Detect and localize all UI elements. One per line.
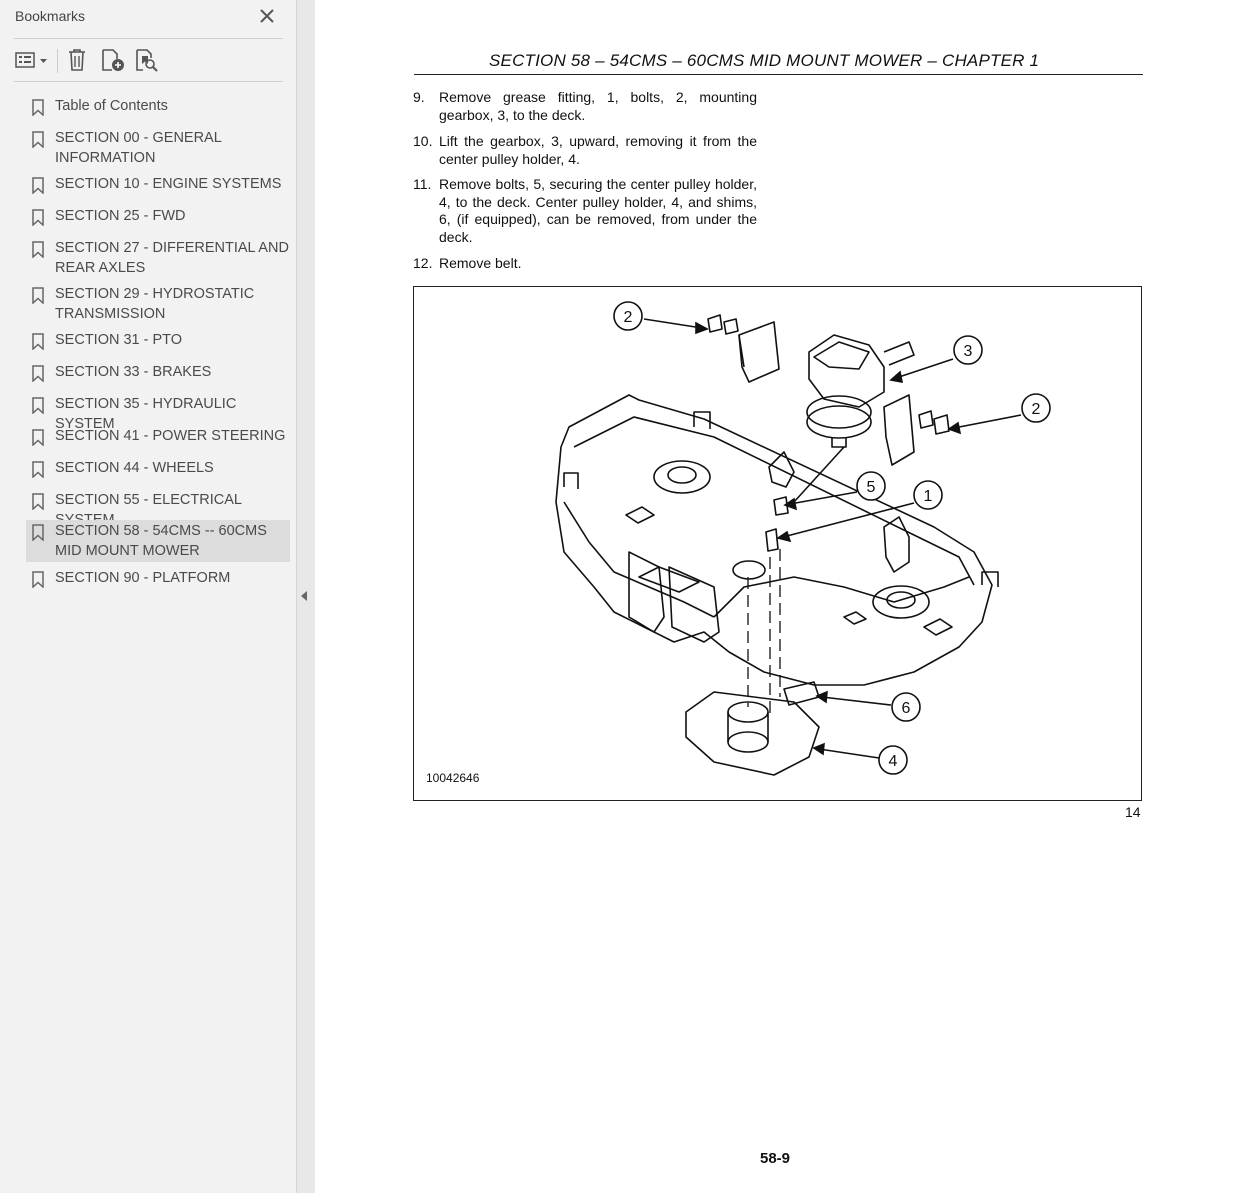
toolbar-divider bbox=[57, 49, 58, 73]
bookmark-item-selected[interactable]: SECTION 58 - 54CMS -- 60CMS MID MOUNT MO… bbox=[26, 520, 290, 562]
bookmark-label: SECTION 00 - GENERAL INFORMATION bbox=[55, 130, 222, 166]
bookmark-icon bbox=[32, 524, 44, 541]
bookmark-icon bbox=[32, 241, 44, 258]
bookmark-item[interactable]: SECTION 10 - ENGINE SYSTEMS bbox=[26, 174, 290, 194]
panel-resize-handle[interactable] bbox=[297, 0, 315, 1193]
options-menu-icon[interactable] bbox=[14, 47, 50, 73]
bookmark-item[interactable]: SECTION 31 - PTO bbox=[26, 330, 290, 350]
document-page: SECTION 58 – 54CMS – 60CMS MID MOUNT MOW… bbox=[315, 0, 1241, 1193]
callout-label: 1 bbox=[924, 488, 933, 505]
bookmark-label: SECTION 10 - ENGINE SYSTEMS bbox=[55, 176, 282, 192]
bookmark-label: SECTION 33 - BRAKES bbox=[55, 364, 212, 380]
bookmark-item[interactable]: SECTION 00 - GENERAL INFORMATION bbox=[26, 128, 290, 168]
step-text: Remove belt. bbox=[439, 255, 522, 271]
bookmark-label: SECTION 27 - DIFFERENTIAL AND REAR AXLES bbox=[55, 240, 289, 276]
bookmark-label: Table of Contents bbox=[55, 98, 168, 114]
bookmark-icon bbox=[32, 571, 44, 588]
bookmark-item[interactable]: SECTION 41 - POWER STEERING bbox=[26, 426, 290, 446]
bookmark-item[interactable]: SECTION 25 - FWD bbox=[26, 206, 290, 226]
divider bbox=[14, 81, 283, 82]
bookmark-item[interactable]: SECTION 90 - PLATFORM bbox=[26, 568, 290, 588]
bookmarks-panel: Bookmarks Table of Contents SECTION 00 -… bbox=[0, 0, 297, 1193]
callout-label: 2 bbox=[624, 309, 633, 326]
bookmark-icon bbox=[32, 429, 44, 446]
bookmark-icon bbox=[32, 131, 44, 148]
bookmark-label: SECTION 58 - 54CMS -- 60CMS MID MOUNT MO… bbox=[55, 523, 267, 559]
bookmark-label: SECTION 31 - PTO bbox=[55, 332, 183, 348]
header-rule bbox=[414, 74, 1143, 75]
bookmark-label: SECTION 25 - FWD bbox=[55, 208, 186, 224]
add-bookmark-icon[interactable] bbox=[100, 47, 126, 73]
collapse-arrow-icon[interactable] bbox=[301, 591, 307, 601]
bookmark-label: SECTION 29 - HYDROSTATIC TRANSMISSION bbox=[55, 286, 255, 322]
divider bbox=[14, 38, 283, 39]
step-number: 9. bbox=[413, 89, 425, 105]
bookmark-icon bbox=[32, 461, 44, 478]
step-number: 10. bbox=[413, 133, 433, 149]
step-item: 10. Lift the gearbox, 3, upward, removin… bbox=[413, 133, 758, 169]
bookmark-label: SECTION 41 - POWER STEERING bbox=[55, 428, 286, 444]
bookmark-icon bbox=[32, 333, 44, 350]
bookmark-item[interactable]: SECTION 27 - DIFFERENTIAL AND REAR AXLES bbox=[26, 238, 290, 278]
callout-label: 5 bbox=[867, 479, 876, 496]
bookmark-icon bbox=[32, 397, 44, 414]
delete-icon[interactable] bbox=[65, 47, 89, 73]
panel-title: Bookmarks bbox=[15, 8, 86, 24]
bookmark-item[interactable]: Table of Contents bbox=[26, 96, 290, 116]
bookmark-label: SECTION 44 - WHEELS bbox=[55, 460, 214, 476]
find-bookmark-icon[interactable] bbox=[134, 47, 160, 73]
step-item: 12. Remove belt. bbox=[413, 255, 758, 273]
step-text: Remove grease fitting, 1, bolts, 2, moun… bbox=[439, 89, 757, 123]
bookmark-label: SECTION 90 - PLATFORM bbox=[55, 570, 231, 586]
callout-label: 6 bbox=[902, 700, 911, 717]
bookmark-icon bbox=[32, 365, 44, 382]
bookmark-item[interactable]: SECTION 44 - WHEELS bbox=[26, 458, 290, 478]
step-text: Remove bolts, 5, securing the center pul… bbox=[439, 176, 757, 245]
bookmark-item[interactable]: SECTION 55 - ELECTRICAL SYSTEM bbox=[26, 490, 290, 528]
close-icon[interactable] bbox=[257, 6, 277, 26]
bookmark-icon bbox=[32, 287, 44, 304]
page-footer: 58-9 bbox=[760, 1150, 791, 1167]
bookmark-icon bbox=[32, 99, 44, 116]
bookmark-item[interactable]: SECTION 35 - HYDRAULIC SYSTEM bbox=[26, 394, 290, 432]
step-item: 11. Remove bolts, 5, securing the center… bbox=[413, 176, 758, 248]
bookmark-icon bbox=[32, 493, 44, 510]
step-item: 9. Remove grease fitting, 1, bolts, 2, m… bbox=[413, 89, 758, 125]
figure-id: 10042646 bbox=[426, 771, 480, 785]
figure-number: 14 bbox=[1125, 804, 1141, 820]
step-number: 12. bbox=[413, 255, 433, 271]
callout-label: 2 bbox=[1032, 401, 1041, 418]
section-header: SECTION 58 – 54CMS – 60CMS MID MOUNT MOW… bbox=[489, 51, 1040, 70]
figure-frame: 2 3 2 5 1 6 4 bbox=[413, 286, 1142, 801]
bookmark-item[interactable]: SECTION 33 - BRAKES bbox=[26, 362, 290, 382]
bookmark-item[interactable]: SECTION 29 - HYDROSTATIC TRANSMISSION bbox=[26, 284, 290, 324]
mower-deck-illustration: 2 3 2 5 1 6 4 bbox=[555, 301, 1051, 776]
bookmark-icon bbox=[32, 209, 44, 226]
step-number: 11. bbox=[413, 176, 432, 192]
step-text: Lift the gearbox, 3, upward, removing it… bbox=[439, 133, 757, 167]
bookmark-icon bbox=[32, 177, 44, 194]
callout-label: 4 bbox=[889, 753, 898, 770]
callout-label: 3 bbox=[964, 343, 973, 360]
